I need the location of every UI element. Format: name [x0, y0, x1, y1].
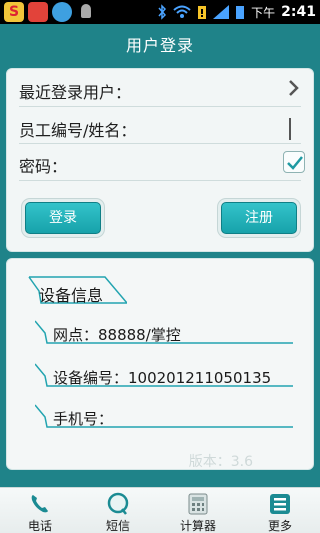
divider	[19, 180, 301, 181]
phone-icon	[31, 495, 48, 513]
status-time: 2:41	[281, 4, 316, 20]
app-red-icon	[28, 2, 48, 22]
recent-user-row[interactable]: 最近登录用户：	[7, 71, 313, 107]
page-title: 用户登录	[125, 36, 194, 55]
tab-more[interactable]: 更多	[240, 488, 320, 533]
calculator-icon	[188, 493, 208, 515]
bluetooth-icon	[158, 4, 167, 20]
device-number-info: 设备编号：100201211050135	[53, 369, 272, 387]
version-label: 版本：3.6	[188, 454, 253, 470]
sms-icon	[107, 492, 129, 515]
tab-calculator[interactable]: 计算器	[158, 488, 238, 533]
remember-checkbox[interactable]	[283, 151, 305, 173]
device-info-title: 设备信息	[39, 286, 104, 305]
employee-row[interactable]: 员工编号/姓名：	[7, 109, 313, 145]
checkmark-icon	[287, 156, 303, 170]
divider	[19, 143, 301, 144]
login-panel: 最近登录用户： 员工编号/姓名： 密码： 登录 注册	[6, 68, 314, 252]
battery-alert-icon	[198, 6, 207, 19]
android-icon	[76, 2, 96, 22]
employee-input[interactable]	[289, 118, 291, 140]
tab-label: 短信	[105, 519, 130, 533]
signal-icon	[213, 5, 230, 19]
tab-phone[interactable]: 电话	[0, 488, 80, 533]
branch-info: 网点：88888/掌控	[53, 326, 181, 344]
wifi-icon	[173, 5, 191, 18]
register-button[interactable]: 注册	[221, 202, 297, 234]
tab-label: 计算器	[179, 519, 216, 533]
divider	[19, 106, 301, 107]
battery-icon	[236, 6, 245, 19]
tab-sms[interactable]: 短信	[78, 488, 158, 533]
tab-label: 电话	[27, 519, 52, 533]
employee-label: 员工编号/姓名：	[19, 121, 137, 140]
device-info-panel: 设备信息 网点：88888/掌控 设备编号：100201211050135 手机…	[6, 258, 314, 470]
more-icon	[270, 494, 290, 514]
weather-icon	[52, 2, 72, 22]
status-bar: S 下午 2:41	[0, 0, 320, 24]
password-row[interactable]: 密码：	[7, 145, 313, 181]
recent-user-label: 最近登录用户：	[19, 83, 132, 102]
chevron-right-icon[interactable]	[287, 78, 301, 98]
tab-label: 更多	[267, 519, 292, 533]
status-ampm: 下午	[251, 5, 276, 20]
login-button[interactable]: 登录	[25, 202, 101, 234]
sougou-input-icon: S	[4, 2, 24, 22]
phone-info: 手机号：	[53, 410, 114, 428]
password-label: 密码：	[19, 157, 68, 176]
bottom-tab-bar: 电话 短信 计算器 更多	[0, 487, 320, 533]
